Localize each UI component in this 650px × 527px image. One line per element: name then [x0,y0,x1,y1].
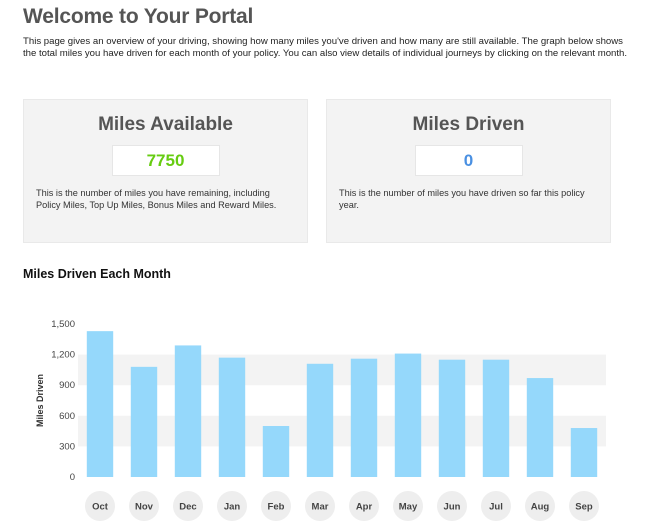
miles-available-value: 7750 [111,145,220,176]
miles-driven-card: Miles Driven 0 This is the number of mil… [326,99,611,243]
month-label-nov: Nov [135,502,154,513]
bar-sep [570,428,598,477]
bar-oct [86,331,114,477]
miles-chart: 0 300 600 900 1,200 1,500 Miles Driven Oct Nov De… [35,319,606,521]
month-label-dec: Dec [179,502,196,513]
bar-jun [438,359,466,477]
month-label-mar: Mar [312,502,329,513]
bar-mar [306,363,334,477]
y-tick-label: 1,200 [51,350,75,361]
month-label-apr: Apr [356,502,373,513]
chart-title: Miles Driven Each Month [23,267,171,281]
y-axis-title: Miles Driven [35,374,45,427]
month-label-may: May [399,502,418,513]
page-title: Welcome to Your Portal [23,5,254,28]
bar-may [394,353,422,477]
y-tick-label: 600 [59,411,75,422]
bar-nov [130,366,158,477]
bar-apr [350,358,378,477]
month-label-sep: Sep [575,502,593,513]
y-tick-label: 900 [59,380,75,391]
y-tick-label: 0 [70,472,75,483]
bar-feb [262,426,290,477]
miles-driven-title: Miles Driven [412,114,525,135]
miles-available-card: Miles Available 7750 This is the number … [23,99,308,243]
miles-driven-description: This is the number of miles you have dri… [339,188,585,210]
bar-aug [526,378,554,477]
month-label-jan: Jan [224,502,241,513]
miles-available-title: Miles Available [98,114,233,135]
y-tick-label: 300 [59,441,75,452]
month-label-jul: Jul [489,502,503,513]
month-label-feb: Feb [268,502,285,513]
bar-dec [174,345,202,477]
y-tick-label: 1,500 [51,319,75,330]
month-label-jun: Jun [444,502,461,513]
month-label-aug: Aug [531,502,550,513]
miles-driven-value: 0 [414,145,523,176]
miles-available-description: This is the number of miles you have rem… [36,188,277,210]
intro-text: This page gives an overview of your driv… [23,36,628,59]
bar-jul [482,359,510,477]
month-label-oct: Oct [92,502,109,513]
bar-jan [218,357,246,477]
